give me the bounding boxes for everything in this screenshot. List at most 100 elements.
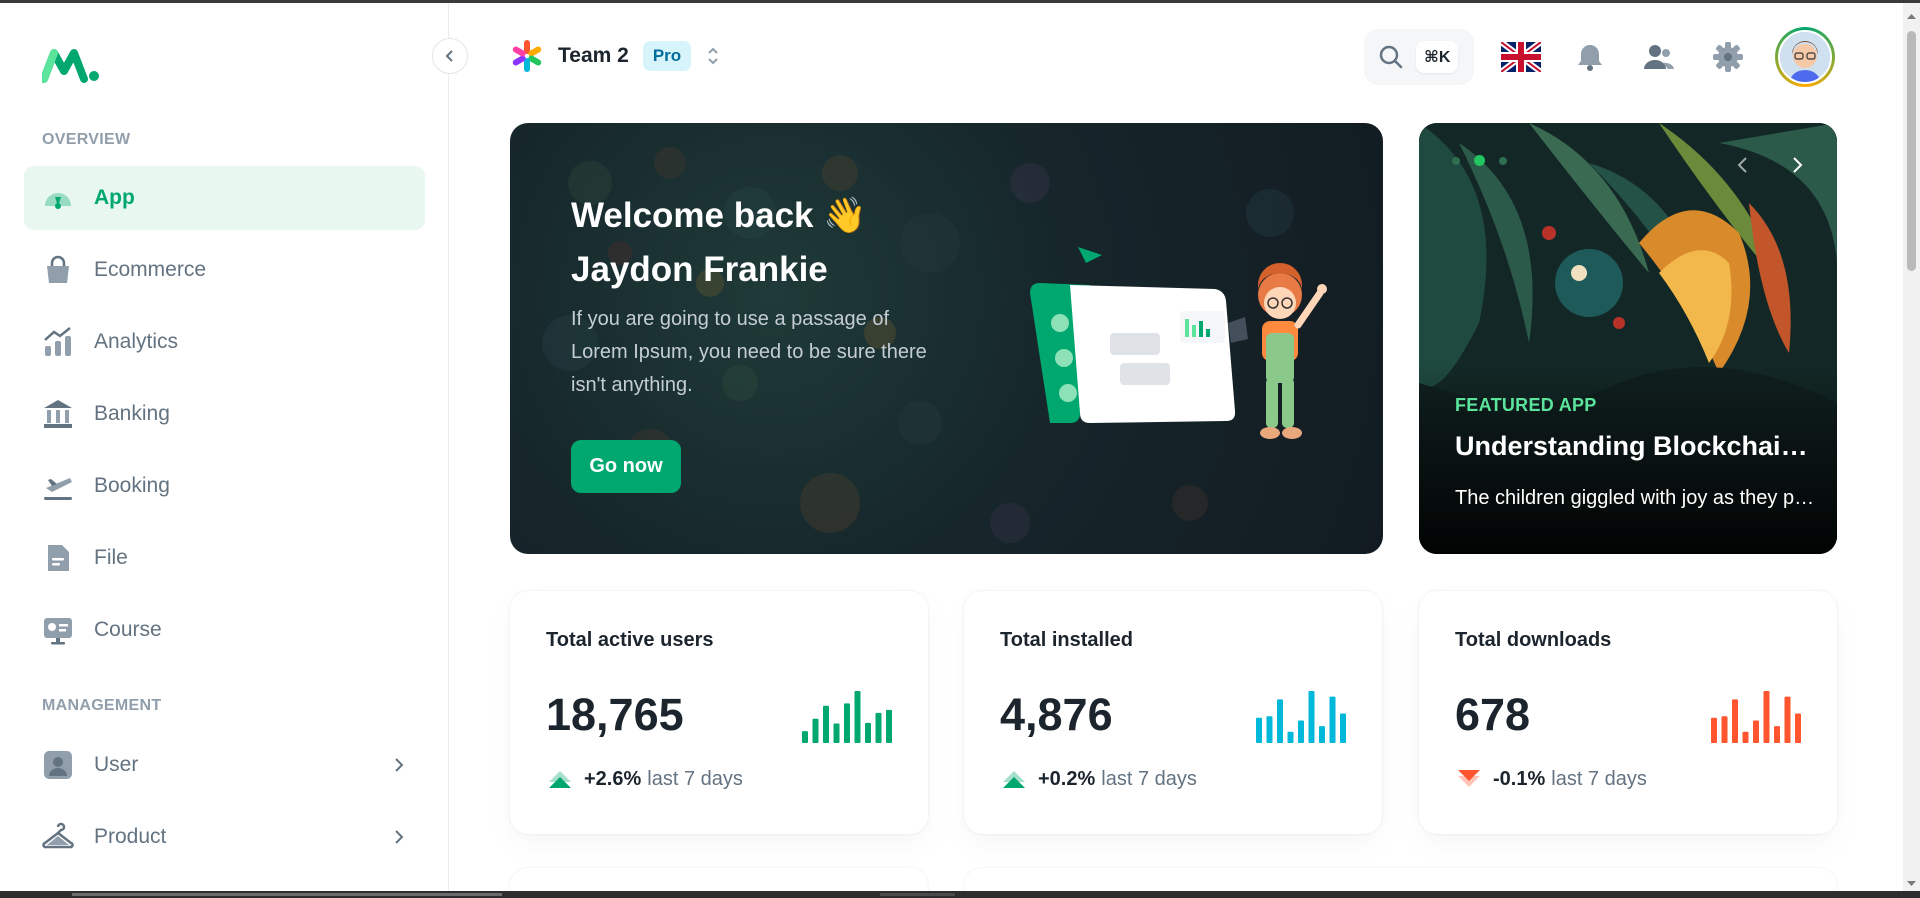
stat-change: +0.2% last 7 days	[1000, 765, 1197, 793]
chevron-right-icon	[1793, 157, 1803, 173]
bank-icon	[42, 398, 74, 430]
stat-sparkline-chart	[1256, 691, 1346, 743]
scroll-up-arrow-icon[interactable]	[1903, 9, 1920, 23]
sparkline-bar	[823, 705, 829, 743]
stat-change-percent: +2.6%	[584, 767, 642, 790]
stat-card-downloads: Total downloads 678 -0.1% last 7 days	[1419, 591, 1837, 834]
team-name: Team 2	[558, 44, 629, 67]
chevron-right-icon	[395, 758, 404, 772]
contacts-button[interactable]	[1637, 35, 1681, 79]
sidebar-item-label: Ecommerce	[94, 258, 207, 281]
carousel-dot[interactable]	[1452, 156, 1460, 165]
stat-change-period: last 7 days	[1551, 767, 1647, 790]
language-button[interactable]	[1499, 35, 1543, 79]
trend-up-icon	[546, 765, 574, 793]
stat-value: 4,876	[1000, 689, 1113, 740]
stat-title: Total downloads	[1455, 629, 1612, 651]
trend-up-icon	[1000, 765, 1028, 793]
carousel-dots	[1452, 155, 1507, 166]
carousel-dot-active[interactable]	[1474, 155, 1485, 166]
sparkline-bar	[1340, 713, 1346, 743]
sparkline-bar	[802, 731, 808, 743]
featured-label: FEATURED APP	[1455, 395, 1597, 415]
logo-icon[interactable]	[42, 47, 102, 83]
stat-change-percent: -0.1%	[1493, 767, 1546, 790]
sparkline-bar	[1763, 691, 1770, 743]
search-shortcut-key: ⌘K	[1416, 41, 1459, 73]
stat-sparkline-chart	[1711, 691, 1801, 743]
stat-value: 678	[1455, 689, 1531, 740]
sidebar-item-label: Course	[94, 618, 162, 641]
welcome-user-name: Jaydon Frankie	[571, 250, 828, 289]
sparkline-bar	[1732, 699, 1738, 743]
sparkline-bar	[1277, 699, 1283, 743]
sidebar-item-booking[interactable]: Booking	[24, 454, 425, 518]
section-label-management: MANAGEMENT	[42, 697, 162, 714]
welcome-description: If you are going to use a passage of Lor…	[571, 308, 927, 396]
sidebar-item-product[interactable]: Product	[24, 805, 425, 869]
airplane-icon	[42, 470, 74, 502]
scrollbar-thumb[interactable]	[1907, 31, 1916, 271]
sparkline-bar	[812, 718, 819, 743]
collapse-sidebar-button[interactable]	[432, 38, 468, 74]
sidebar: OVERVIEW App Ecommerce Analytics Banking…	[0, 3, 449, 898]
sparkline-bar	[865, 722, 871, 743]
sidebar-item-label: App	[94, 186, 135, 209]
chevron-right-icon	[395, 830, 404, 844]
team-logo-icon	[512, 40, 542, 72]
analytics-chart-icon	[42, 326, 74, 358]
carousel-next-button[interactable]	[1783, 151, 1811, 179]
avatar	[1778, 30, 1832, 84]
stat-change-period: last 7 days	[647, 767, 743, 790]
sparkline-bar	[844, 703, 850, 743]
stat-card-active-users: Total active users 18,765 +2.6% last 7 d…	[510, 591, 928, 834]
bell-icon	[1578, 45, 1602, 71]
vertical-scrollbar[interactable]	[1903, 3, 1920, 893]
sidebar-item-ecommerce[interactable]: Ecommerce	[24, 238, 425, 302]
sparkline-bar	[1298, 720, 1304, 743]
search-button[interactable]: ⌘K	[1364, 29, 1474, 85]
trend-down-icon	[1455, 765, 1483, 793]
sidebar-item-banking[interactable]: Banking	[24, 382, 425, 446]
settings-button[interactable]	[1706, 35, 1750, 79]
sidebar-item-file[interactable]: File	[24, 526, 425, 590]
plan-badge: Pro	[642, 41, 692, 71]
sidebar-item-user[interactable]: User	[24, 733, 425, 797]
section-label-overview: OVERVIEW	[42, 131, 131, 148]
uk-flag-icon	[1501, 42, 1541, 72]
user-avatar-button[interactable]	[1775, 27, 1835, 87]
notifications-button[interactable]	[1568, 35, 1612, 79]
carousel-dot[interactable]	[1499, 156, 1507, 165]
stat-value: 18,765	[546, 689, 684, 740]
sidebar-item-label: Booking	[94, 474, 170, 497]
featured-app-carousel[interactable]: FEATURED APP Understanding Blockchain Te…	[1419, 123, 1837, 554]
featured-title[interactable]: Understanding Blockchain Technology: Bey…	[1455, 431, 1815, 462]
sparkline-bar	[886, 709, 892, 743]
featured-description: The children giggled with joy as they pl…	[1455, 487, 1815, 509]
sidebar-item-label: File	[94, 546, 128, 569]
carousel-prev-button[interactable]	[1729, 151, 1757, 179]
go-now-button[interactable]: Go now	[571, 440, 681, 493]
sidebar-item-label: Analytics	[94, 330, 179, 353]
sidebar-item-analytics[interactable]: Analytics	[24, 310, 425, 374]
sparkline-bar	[1795, 713, 1801, 743]
sparkline-bar	[1287, 731, 1294, 743]
sidebar-item-label: Product	[94, 825, 167, 848]
chevron-left-icon	[1737, 157, 1747, 173]
sparkline-bar	[1721, 716, 1728, 743]
sparkline-bar	[854, 691, 861, 743]
team-switcher[interactable]: Team 2 Pro	[510, 38, 723, 74]
scrollbar-thumb[interactable]	[72, 893, 502, 896]
sparkline-bar	[1753, 720, 1759, 743]
welcome-banner: Welcome back 👋 Jaydon Frankie If you are…	[510, 123, 1383, 554]
sidebar-item-label: User	[94, 753, 139, 776]
sidebar-item-course[interactable]: Course	[24, 598, 425, 662]
welcome-title: Welcome back 👋 Jaydon Frankie	[571, 189, 867, 297]
horizontal-scrollbar[interactable]	[0, 891, 1920, 898]
scroll-down-arrow-icon[interactable]	[1903, 877, 1920, 891]
stat-title: Total active users	[546, 629, 714, 651]
sparkline-bar	[1774, 726, 1780, 743]
chevron-left-icon	[445, 50, 453, 62]
chevron-up-down-icon	[708, 47, 718, 65]
sidebar-item-app[interactable]: App	[24, 166, 425, 230]
